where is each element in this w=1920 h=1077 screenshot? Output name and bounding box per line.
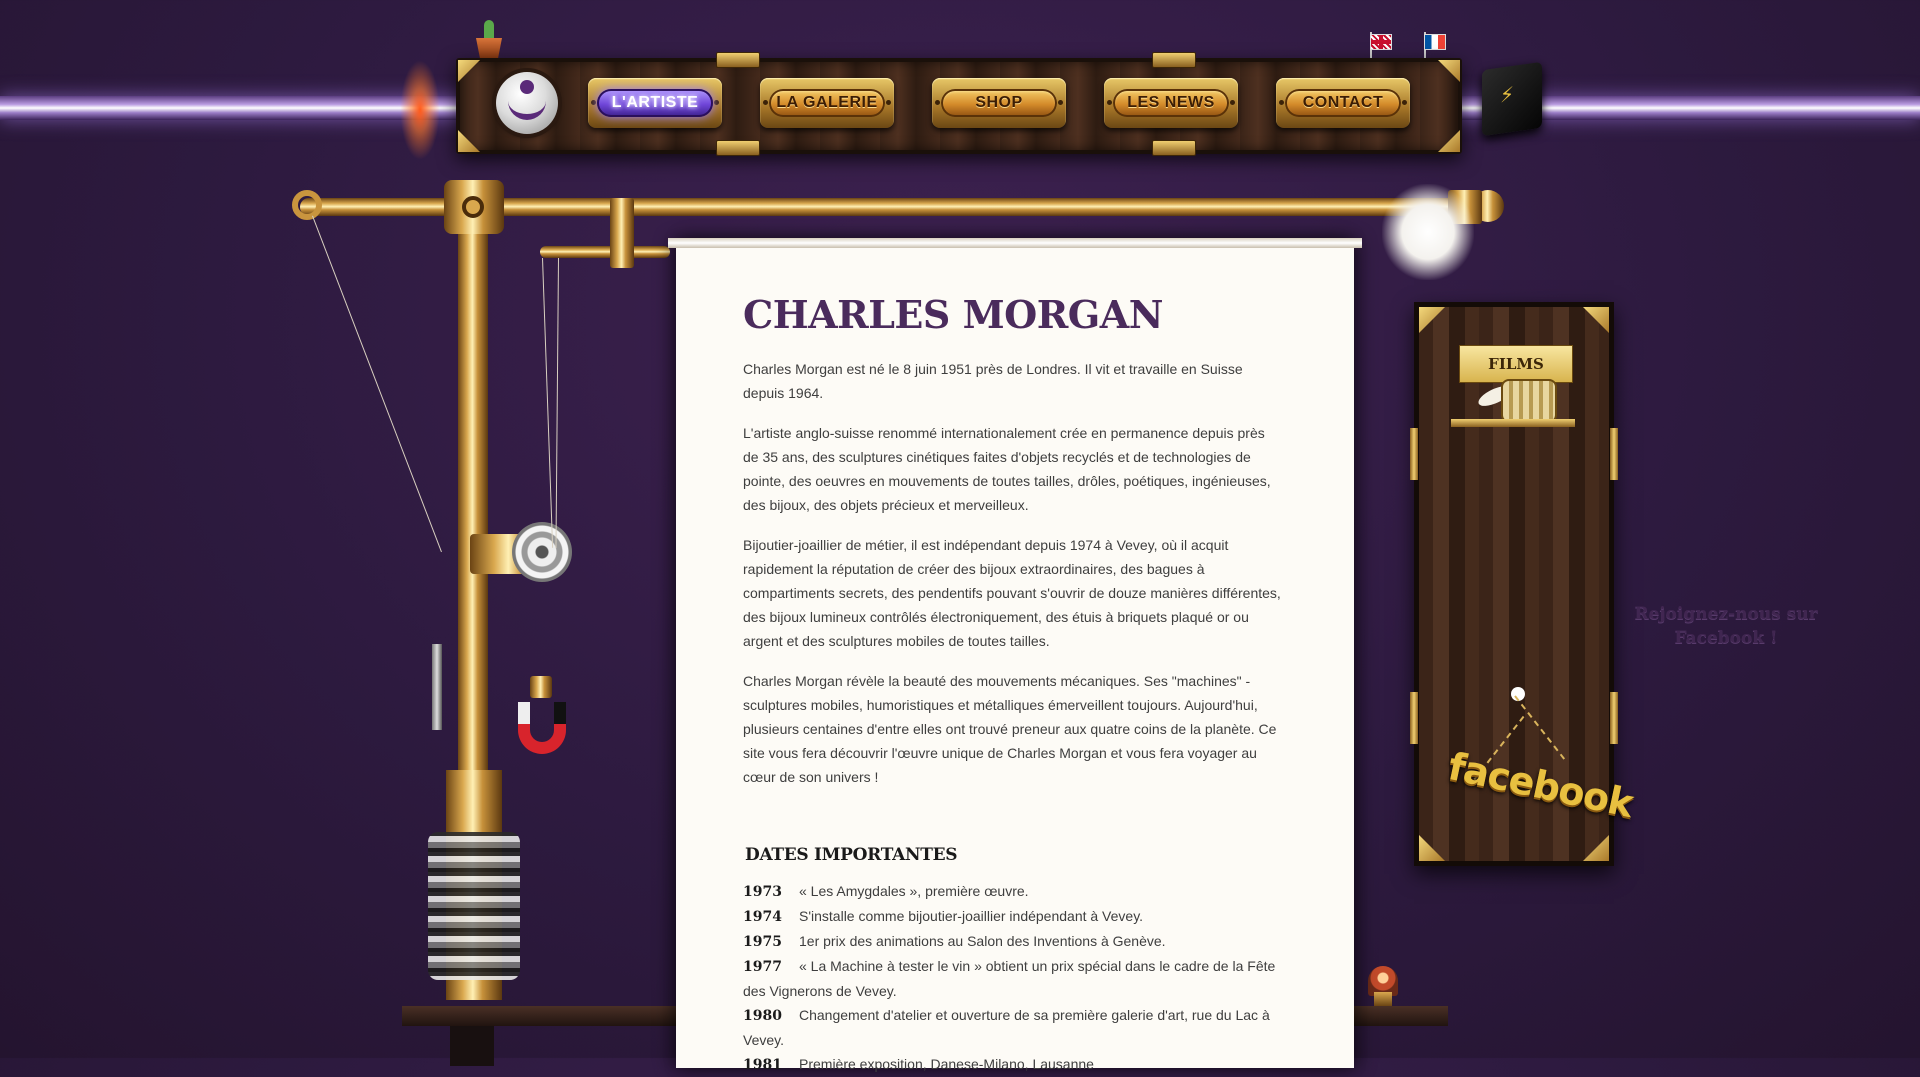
date-item: 1981 Première exposition, Danese-Milano, … [743, 1052, 1283, 1077]
cabinet-hinge [1610, 428, 1618, 480]
nav-button-contact[interactable]: CONTACT [1276, 78, 1410, 128]
cabinet-hinge [1410, 692, 1418, 744]
date-text: 1er prix des animations au Salon des Inv… [799, 933, 1166, 949]
brass-corner [1583, 307, 1609, 333]
string [312, 215, 442, 553]
date-text: Première exposition, Danese-Milano, Laus… [799, 1056, 1094, 1072]
article-content: CHARLES MORGAN Charles Morgan est né le … [743, 288, 1283, 1077]
magnet-icon [518, 702, 566, 754]
spring-coil [428, 832, 520, 980]
date-item: 1973 « Les Amygdales », première œuvre. [743, 879, 1283, 904]
string [555, 258, 559, 548]
nav-button-label: CONTACT [1285, 89, 1401, 117]
nav-hinge [716, 140, 760, 156]
page-title: CHARLES MORGAN [743, 292, 1163, 337]
chain [1514, 695, 1566, 760]
brass-shelf [1451, 419, 1575, 427]
flag-uk-icon[interactable] [1370, 34, 1392, 50]
feather-icon [1382, 184, 1474, 280]
cabinet-hinge [1410, 428, 1418, 480]
wooden-table [1354, 1006, 1448, 1026]
date-year: 1981 [743, 1057, 782, 1073]
lamp-base [1374, 992, 1392, 1006]
rail-glow [400, 60, 440, 160]
date-item: 1974 S'installe comme bijoutier-joaillier… [743, 904, 1283, 929]
nav-button-shop[interactable]: SHOP [932, 78, 1066, 128]
brass-corner [1583, 835, 1609, 861]
brass-arm [540, 246, 670, 258]
brass-ring [292, 190, 322, 220]
date-year: 1980 [743, 1008, 782, 1024]
nav-hinge [1152, 52, 1196, 68]
film-reel-icon[interactable] [1501, 379, 1557, 423]
pulley-wheel-icon [512, 522, 572, 582]
nav-button-news[interactable]: LES NEWS [1104, 78, 1238, 128]
date-item: 1977 « La Machine à tester le vin » obtie… [743, 954, 1283, 1003]
nav-button-galerie[interactable]: LA GALERIE [760, 78, 894, 128]
brass-corner [458, 130, 480, 152]
facebook-join-text[interactable]: Rejoignez-nous sur Facebook ! [1626, 602, 1826, 650]
dice-icon[interactable]: ⚡ [1482, 61, 1542, 137]
date-text: « Les Amygdales », première œuvre. [799, 883, 1029, 899]
brass-corner [1419, 307, 1445, 333]
dates-heading: DATES IMPORTANTES [745, 845, 958, 865]
nav-hinge [1152, 140, 1196, 156]
brass-cube [530, 676, 552, 698]
date-item: 1975 1er prix des animations au Salon des… [743, 929, 1283, 954]
string [542, 257, 554, 548]
date-year: 1974 [743, 909, 782, 925]
nav-button-label: LES NEWS [1113, 89, 1229, 117]
cabinet-hinge [1610, 692, 1618, 744]
wooden-table [402, 1006, 678, 1026]
date-year: 1973 [743, 884, 782, 900]
flower-pot-icon [476, 38, 502, 58]
paper-rod [668, 238, 1362, 248]
wooden-table-leg [450, 1026, 494, 1066]
date-text: « La Machine à tester le vin » obtient u… [743, 958, 1276, 999]
facebook-logo[interactable]: facebook [1444, 744, 1636, 826]
date-text: S'installe comme bijoutier-joaillier ind… [799, 908, 1144, 924]
article-paragraph: Charles Morgan est né le 8 juin 1951 prè… [743, 361, 1243, 401]
eye-logo-icon [508, 80, 546, 120]
nav-button-artiste[interactable]: L'ARTISTE [588, 78, 722, 128]
brass-corner [458, 60, 480, 82]
films-sign[interactable]: FILMS [1459, 345, 1573, 383]
article-paragraph: L'artiste anglo-suisse renommé internati… [743, 425, 1271, 513]
article-paragraph: Bijoutier-joaillier de métier, il est in… [743, 537, 1281, 649]
brass-corner [1438, 60, 1460, 82]
nav-hinge [716, 52, 760, 68]
brass-corner [1438, 130, 1460, 152]
cactus-icon [484, 20, 494, 40]
dates-list: 1973 « Les Amygdales », première œuvre. 1… [743, 879, 1283, 1077]
date-item: 1980 Changement d'atelier et ouverture de… [743, 1003, 1283, 1052]
nav-button-label: L'ARTISTE [597, 89, 713, 117]
article-paragraph: Charles Morgan révèle la beauté des mouv… [743, 673, 1277, 785]
nav-button-label: SHOP [941, 89, 1057, 117]
steel-plate [432, 644, 442, 730]
date-year: 1975 [743, 934, 782, 950]
brass-block [610, 198, 634, 268]
date-text: Changement d'atelier et ouverture de sa … [743, 1007, 1270, 1048]
joint-hole [462, 196, 484, 218]
home-logo[interactable] [496, 72, 558, 134]
brass-corner [1419, 835, 1445, 861]
date-year: 1977 [743, 959, 782, 975]
nav-button-label: LA GALERIE [769, 89, 885, 117]
flag-fr-icon[interactable] [1424, 34, 1446, 50]
facebook-cabinet[interactable]: FILMS facebook [1414, 302, 1637, 866]
